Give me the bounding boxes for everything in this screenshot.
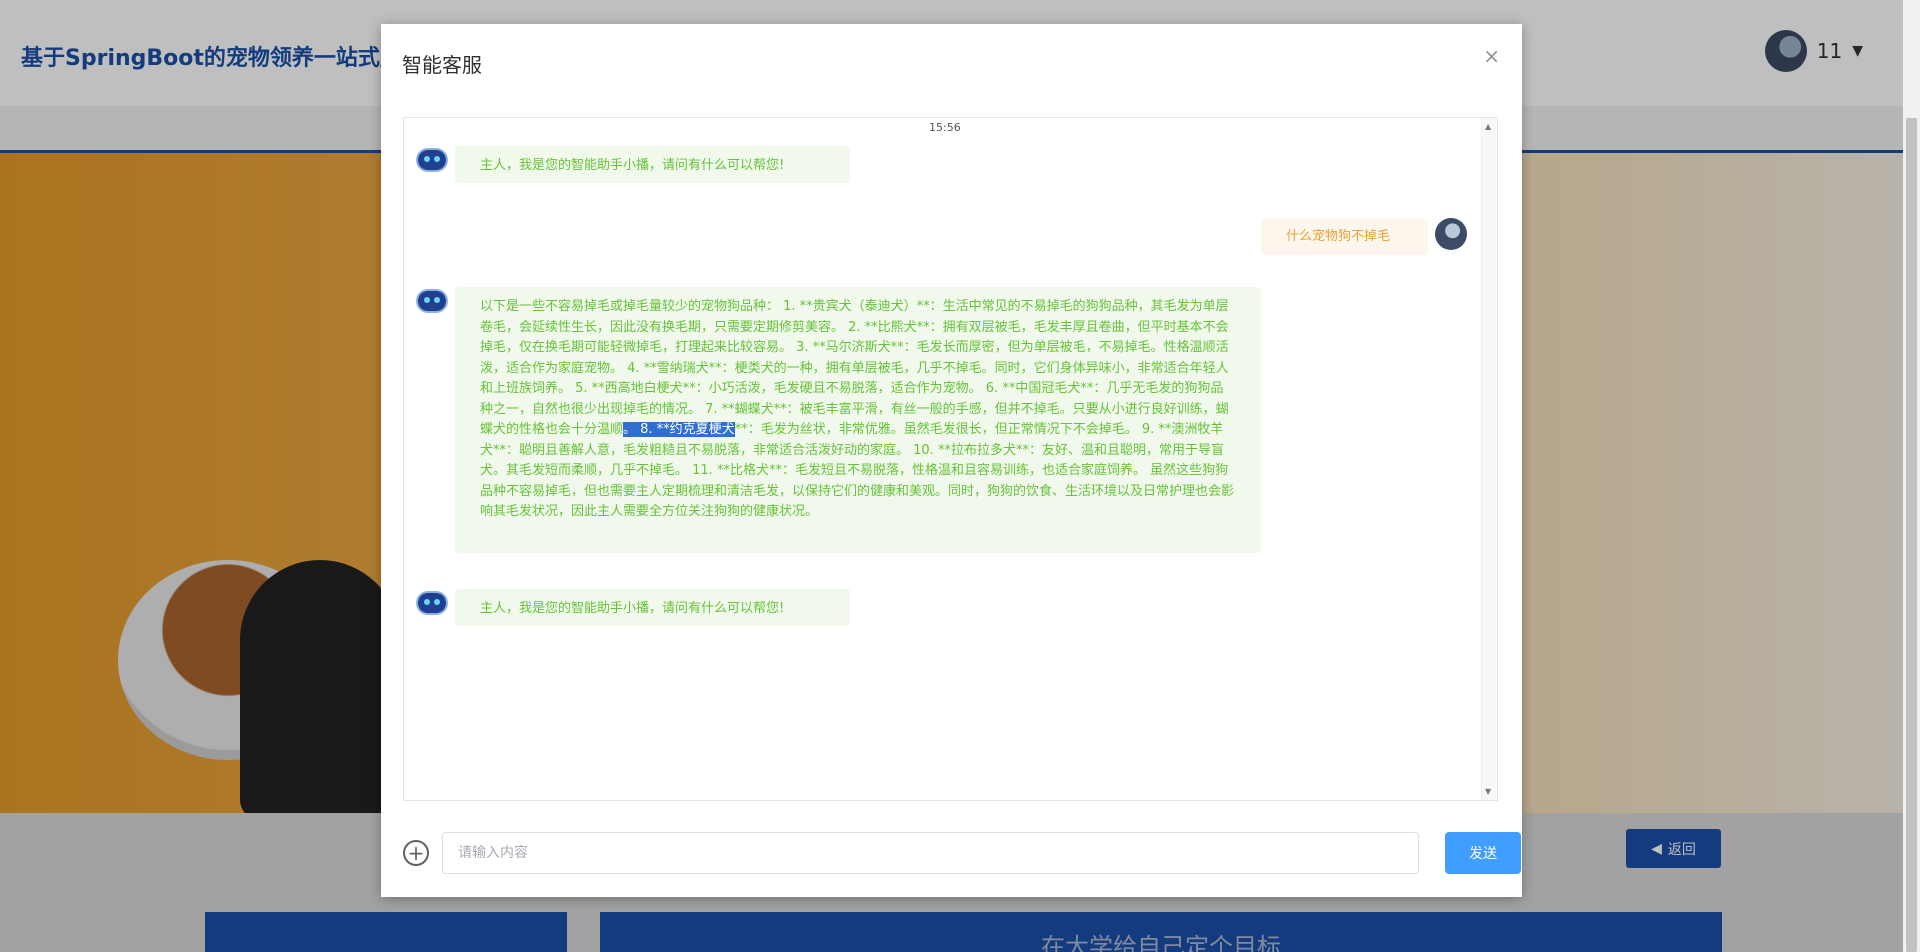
bot-avatar <box>416 285 448 317</box>
message-input[interactable] <box>442 832 1419 874</box>
chat-scrollbar[interactable]: ▲ ▼ <box>1481 118 1497 800</box>
smart-service-dialog: 智能客服 × 15:56 主人，我是您的智能助手小播，请问有什么可以帮您! 什么… <box>381 24 1522 897</box>
robot-icon <box>418 593 446 613</box>
robot-icon <box>418 150 446 170</box>
user-avatar <box>1435 218 1467 250</box>
message-text: 什么宠物狗不掉毛 <box>1286 229 1391 244</box>
message-text: 以下是一些不容易掉毛或掉毛量较少的宠物狗品种： 1. **贵宾犬（泰迪犬）**：… <box>480 299 1229 437</box>
bot-avatar <box>416 144 448 176</box>
plus-circle-icon[interactable]: + <box>403 840 429 866</box>
message-text: 主人，我是您的智能助手小播，请问有什么可以帮您! <box>480 158 785 173</box>
dialog-title: 智能客服 <box>402 53 482 77</box>
chat-timestamp: 15:56 <box>929 121 961 134</box>
page-scrollbar[interactable] <box>1903 0 1920 952</box>
scrollbar-thumb[interactable] <box>1906 118 1917 952</box>
close-icon[interactable]: × <box>1483 46 1500 66</box>
chat-message-bot: 以下是一些不容易掉毛或掉毛量较少的宠物狗品种： 1. **贵宾犬（泰迪犬）**：… <box>455 287 1261 553</box>
chat-message-bot: 主人，我是您的智能助手小播，请问有什么可以帮您! <box>455 589 850 626</box>
chat-history[interactable]: 15:56 主人，我是您的智能助手小播，请问有什么可以帮您! 什么宠物狗不掉毛 … <box>403 117 1498 801</box>
send-button[interactable]: 发送 <box>1445 832 1521 874</box>
selected-text: 。 8. **约克夏梗犬 <box>623 422 735 437</box>
bot-avatar <box>416 587 448 619</box>
scroll-down-icon[interactable]: ▼ <box>1485 787 1491 796</box>
chat-message-bot: 主人，我是您的智能助手小播，请问有什么可以帮您! <box>455 146 850 183</box>
scroll-up-icon[interactable]: ▲ <box>1485 122 1491 131</box>
robot-icon <box>418 291 446 311</box>
message-composer: + 发送 <box>403 832 1521 877</box>
chat-message-user: 什么宠物狗不掉毛 <box>1261 219 1428 255</box>
message-text: 主人，我是您的智能助手小播，请问有什么可以帮您! <box>480 601 785 616</box>
